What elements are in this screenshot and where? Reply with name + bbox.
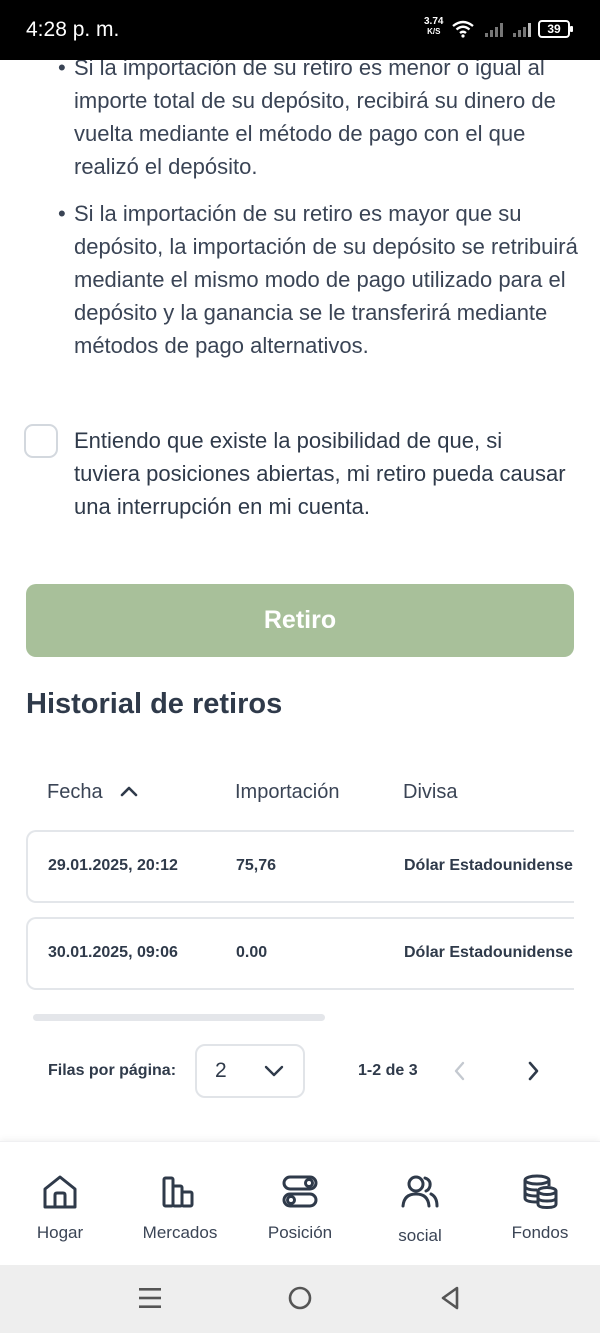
- nav-label: Fondos: [511, 1223, 569, 1242]
- info-bullet: • Si la importación de su retiro es mayo…: [58, 197, 578, 362]
- network-speed: 3.74 K/S: [424, 16, 444, 37]
- next-page-icon[interactable]: [521, 1058, 545, 1084]
- row-amount: 0.00: [236, 944, 268, 961]
- nav-item-social[interactable]: social: [360, 1142, 480, 1266]
- home-icon: [43, 1175, 77, 1209]
- nav-item-home[interactable]: Hogar: [0, 1142, 120, 1266]
- home-button-icon[interactable]: [287, 1285, 313, 1311]
- table-header: Fecha Importación Divisa: [0, 775, 600, 815]
- row-date: 30.01.2025, 09:06: [48, 944, 178, 961]
- history-title: Historial de retiros: [26, 688, 283, 720]
- table-row[interactable]: 30.01.2025, 09:06 0.00 Dólar Estadounide…: [26, 917, 574, 990]
- rows-per-page-label: Filas por página:: [48, 1062, 177, 1079]
- system-navigation-bar: [0, 1265, 600, 1333]
- previous-page-icon[interactable]: [448, 1058, 472, 1084]
- column-header-currency: Divisa: [403, 781, 458, 803]
- signal-icon: [485, 23, 503, 37]
- row-amount: 75,76: [236, 857, 277, 874]
- withdraw-button[interactable]: Retiro: [26, 584, 574, 657]
- column-header-date[interactable]: Fecha: [47, 781, 103, 804]
- toggles-icon: [282, 1175, 318, 1208]
- nav-label: Posición: [267, 1223, 333, 1242]
- table-row[interactable]: 29.01.2025, 20:12 75,76 Dólar Estadounid…: [26, 830, 574, 903]
- page-range: 1-2 de 3: [358, 1062, 418, 1079]
- nav-item-position[interactable]: Posición: [240, 1142, 360, 1266]
- row-currency: Dólar Estadounidense: [404, 944, 573, 961]
- rows-per-page-value: 2: [215, 1059, 227, 1082]
- nav-item-funds[interactable]: Fondos: [480, 1142, 600, 1266]
- column-header-amount: Importación: [235, 781, 340, 803]
- pagination: Filas por página: 2 1-2 de 3: [0, 1044, 600, 1100]
- sort-ascending-icon[interactable]: [120, 784, 138, 798]
- nav-label: Hogar: [36, 1223, 84, 1242]
- nav-item-markets[interactable]: Mercados: [120, 1142, 240, 1266]
- users-icon: [401, 1175, 439, 1208]
- back-icon[interactable]: [439, 1285, 461, 1311]
- agreement-label: Entiendo que existe la posibilidad de qu…: [74, 428, 566, 519]
- bullet-dot: •: [58, 201, 66, 226]
- coins-icon: [523, 1174, 558, 1210]
- row-date: 29.01.2025, 20:12: [48, 857, 178, 874]
- status-bar-overlay: 4:28 p. m. 3.74 K/S 39: [0, 0, 600, 60]
- bar-chart-icon: [162, 1176, 194, 1208]
- row-currency: Dólar Estadounidense: [404, 857, 573, 874]
- signal-icon: [513, 23, 531, 37]
- horizontal-scrollbar[interactable]: [33, 1014, 325, 1021]
- status-time: 4:28 p. m.: [26, 18, 120, 41]
- info-bullet: • Si la importación de su retiro es meno…: [58, 51, 578, 183]
- nav-label: social: [398, 1226, 442, 1245]
- battery-icon: 39: [538, 20, 573, 38]
- bottom-navigation: Hogar Mercados Posición social Fondos: [0, 1141, 600, 1265]
- wifi-icon: [452, 20, 474, 38]
- info-bullet-text: Si la importación de su retiro es menor …: [74, 55, 556, 179]
- agreement-checkbox[interactable]: [24, 424, 58, 458]
- chevron-down-icon: [264, 1065, 284, 1077]
- rows-per-page-select[interactable]: 2: [195, 1044, 305, 1098]
- recent-apps-icon[interactable]: [138, 1285, 162, 1311]
- nav-label: Mercados: [142, 1223, 218, 1242]
- info-bullet-text: Si la importación de su retiro es mayor …: [74, 201, 578, 358]
